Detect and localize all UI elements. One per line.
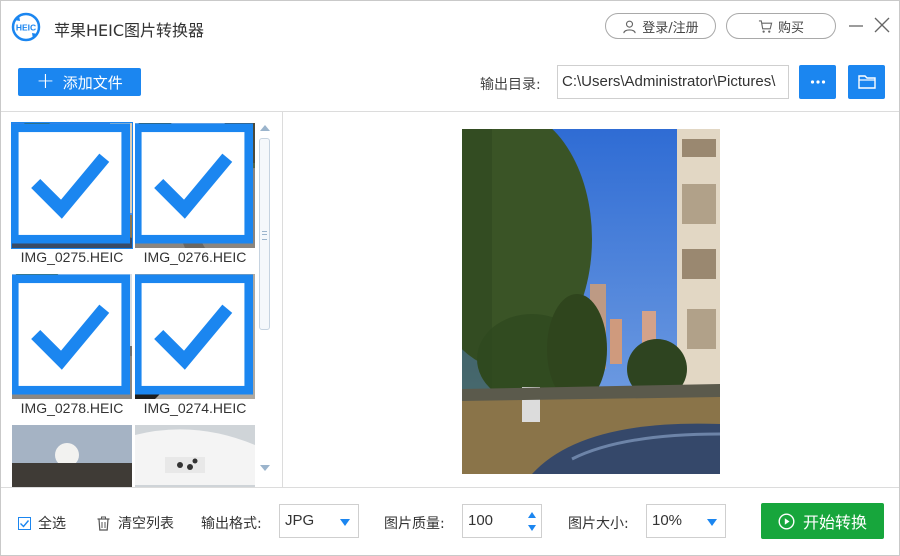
file-thumbnail-list[interactable]: IMG_0275.HEIC IMG_0276.HEIC IMG_0278.HEI…: [1, 112, 282, 487]
image-size-select[interactable]: 10%: [646, 504, 726, 538]
select-all-label: 全选: [38, 516, 66, 532]
image-quality-stepper[interactable]: 100: [462, 504, 542, 538]
close-icon[interactable]: [872, 15, 892, 35]
title-bar: HEIC 苹果HEIC图片转换器 登录/注册 购买: [1, 1, 899, 53]
app-title: 苹果HEIC图片转换器: [54, 21, 205, 40]
checkbox-checked-icon[interactable]: [12, 123, 130, 246]
login-register-button[interactable]: 登录/注册: [605, 13, 716, 39]
output-format-value: JPG: [285, 512, 315, 529]
add-files-label: 添加文件: [62, 73, 123, 92]
checkbox-checked-icon[interactable]: [12, 274, 130, 397]
scroll-up-arrow-icon[interactable]: [260, 125, 270, 131]
output-format-select[interactable]: JPG: [279, 504, 359, 538]
stepper-up-icon[interactable]: [528, 512, 536, 518]
stepper-down-icon[interactable]: [528, 525, 536, 531]
photo-thumbnail: [12, 425, 132, 487]
checkbox-checked-icon: [18, 516, 31, 530]
dropdown-arrow-icon: [340, 519, 350, 526]
thumbnail-partial-2[interactable]: [135, 425, 255, 487]
output-format-label: 输出格式:: [201, 516, 262, 532]
photo-thumbnail: [135, 425, 255, 487]
dropdown-arrow-icon: [707, 519, 717, 526]
thumbnail-img-0278[interactable]: [12, 274, 132, 399]
preview-photo: [462, 129, 720, 474]
plus-icon: +: [36, 69, 55, 94]
trash-icon: [97, 516, 110, 531]
folder-icon: [857, 75, 876, 89]
thumbnail-partial-1[interactable]: [12, 425, 132, 487]
checkbox-checked-icon[interactable]: [135, 123, 253, 246]
login-register-label: 登录/注册: [642, 20, 699, 36]
thumbnail-img-0276[interactable]: [135, 123, 255, 248]
thumbnail-label: IMG_0278.HEIC: [20, 400, 124, 416]
open-folder-button[interactable]: [848, 65, 885, 99]
heic-logo-icon: HEIC: [11, 12, 41, 42]
add-files-button[interactable]: + 添加文件: [18, 68, 141, 96]
image-size-label: 图片大小:: [568, 516, 629, 532]
output-dir-label: 输出目录:: [480, 77, 541, 93]
buy-label: 购买: [777, 20, 804, 36]
minimize-icon[interactable]: [846, 15, 866, 35]
start-convert-button[interactable]: 开始转换: [761, 503, 884, 539]
buy-button[interactable]: 购买: [726, 13, 836, 39]
scrollbar-grip-icon: [262, 231, 267, 240]
more-dots-icon: [810, 80, 825, 84]
thumbnail-img-0274[interactable]: [135, 274, 255, 399]
clear-list-label: 清空列表: [118, 516, 174, 532]
thumbnail-label: IMG_0276.HEIC: [143, 249, 247, 265]
select-all-checkbox[interactable]: 全选: [18, 513, 66, 533]
user-icon: [623, 20, 636, 33]
thumbnail-scrollbar[interactable]: [257, 121, 273, 476]
checkbox-checked-icon[interactable]: [135, 274, 253, 397]
image-size-value: 10%: [652, 512, 683, 529]
panel-divider: [282, 112, 283, 487]
start-convert-label: 开始转换: [802, 513, 867, 532]
bottom-divider: [1, 487, 899, 488]
thumbnail-label: IMG_0275.HEIC: [20, 249, 124, 265]
image-quality-label: 图片质量:: [384, 516, 445, 532]
thumbnail-img-0275[interactable]: [11, 122, 133, 249]
output-dir-field[interactable]: C:\Users\Administrator\Pictures\: [557, 65, 789, 99]
play-circle-icon: [778, 512, 795, 530]
scroll-down-arrow-icon[interactable]: [260, 465, 270, 471]
thumbnail-label: IMG_0274.HEIC: [143, 400, 247, 416]
image-preview: [462, 129, 720, 474]
app-window: HEIC 苹果HEIC图片转换器 登录/注册 购买 + 添加文件 输出目录: C…: [0, 0, 900, 556]
logo-text: HEIC: [16, 23, 36, 33]
image-quality-value: 100: [468, 512, 494, 529]
clear-list-button[interactable]: 清空列表: [96, 513, 174, 533]
cart-icon: [758, 19, 773, 33]
more-button[interactable]: [799, 65, 836, 99]
scrollbar-thumb[interactable]: [259, 138, 270, 330]
